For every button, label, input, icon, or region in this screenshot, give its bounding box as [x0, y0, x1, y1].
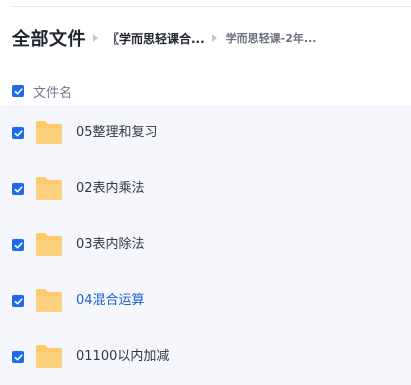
row-checkbox[interactable] [12, 183, 24, 195]
file-name[interactable]: 04混合运算 [76, 273, 145, 329]
breadcrumb: 全部文件 〖学而思轻课合... 学而思轻课-2年... [12, 22, 316, 54]
top-divider [12, 6, 411, 7]
row-checkbox[interactable] [12, 239, 24, 251]
checkmark-icon [14, 87, 23, 95]
file-row[interactable]: 02表内乘法 [0, 161, 411, 217]
row-checkbox[interactable] [12, 351, 24, 363]
select-all-checkbox[interactable] [12, 85, 24, 97]
file-row[interactable]: 03表内除法 [0, 217, 411, 273]
column-header-filename[interactable]: 文件名 [33, 82, 72, 101]
breadcrumb-root[interactable]: 全部文件 [12, 25, 86, 51]
checkmark-icon [14, 297, 23, 305]
breadcrumb-level-3[interactable]: 学而思轻课-2年... [226, 30, 317, 46]
file-list: 05整理和复习 02表内乘法 03表内除法 04混合运算 01100以内加减 [0, 105, 411, 385]
file-name[interactable]: 03表内除法 [76, 217, 145, 273]
file-row[interactable]: 05整理和复习 [0, 105, 411, 161]
breadcrumb-level-2[interactable]: 〖学而思轻课合... [107, 30, 205, 47]
breadcrumb-separator-icon [93, 34, 98, 42]
file-name[interactable]: 01100以内加减 [76, 329, 169, 385]
row-checkbox[interactable] [12, 127, 24, 139]
file-row[interactable]: 04混合运算 [0, 273, 411, 329]
checkmark-icon [14, 353, 23, 361]
folder-icon [36, 177, 62, 200]
breadcrumb-separator-icon [211, 34, 217, 42]
checkmark-icon [14, 185, 23, 193]
checkmark-icon [14, 241, 23, 249]
checkmark-icon [14, 129, 23, 137]
folder-icon [36, 233, 62, 256]
file-list-header: 文件名 [0, 79, 411, 103]
folder-icon [36, 289, 62, 312]
file-row[interactable]: 01100以内加减 [0, 329, 411, 385]
file-name[interactable]: 02表内乘法 [76, 161, 145, 217]
folder-icon [36, 345, 62, 368]
row-checkbox[interactable] [12, 295, 24, 307]
file-name[interactable]: 05整理和复习 [76, 105, 158, 161]
folder-icon [36, 121, 62, 144]
